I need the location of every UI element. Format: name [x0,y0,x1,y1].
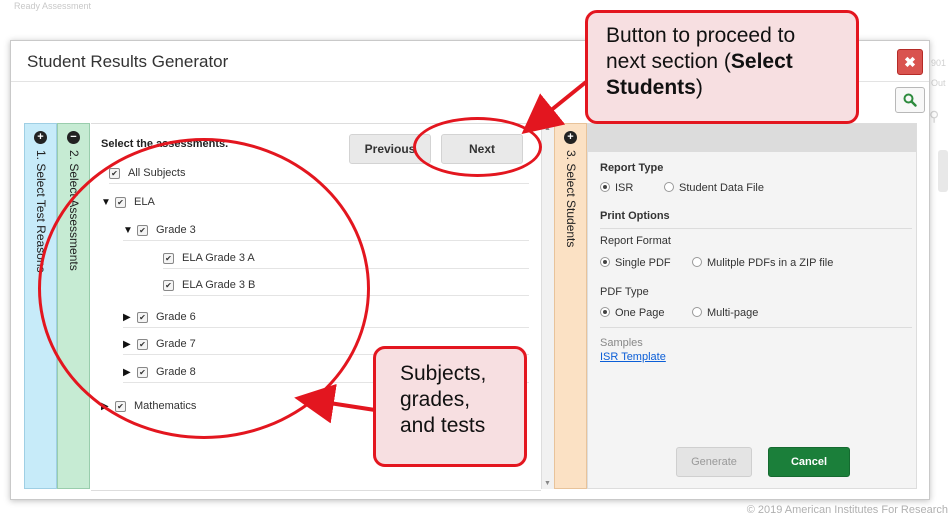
close-icon: ✖ [904,53,916,70]
radio-label: Mulitple PDFs in a ZIP file [707,257,834,269]
radio-selected-icon[interactable] [600,257,610,267]
radio-unselected-icon[interactable] [692,307,702,317]
pdf-type-one-page-radio[interactable]: One Page [600,307,665,319]
radio-selected-icon[interactable] [600,182,610,192]
report-format-zip-radio[interactable]: Mulitple PDFs in a ZIP file [692,257,833,269]
next-button-callout: Button to proceed to next section (Selec… [585,10,859,124]
background-logout-link[interactable]: Out [931,78,946,88]
callout-line: grades, [400,388,471,411]
generate-button[interactable]: Generate [676,447,752,477]
radio-label: Multi-page [707,307,759,319]
callout-bold-text: Select [730,50,793,73]
assessments-scrollbar[interactable]: ▲ ▼ [541,123,554,489]
callout-bold-text: Students [606,76,696,99]
print-options-label: Print Options [600,210,670,222]
report-format-single-pdf-radio[interactable]: Single PDF [600,257,671,269]
expand-icon: + [34,131,47,144]
search-button[interactable] [895,87,925,113]
pdf-type-multi-page-radio[interactable]: Multi-page [692,307,758,319]
cancel-button[interactable]: Cancel [768,447,850,477]
radio-label: Student Data File [679,182,764,194]
radio-label: Single PDF [615,257,671,269]
tab-select-students[interactable]: + 3. Select Students [554,123,587,489]
radio-selected-icon[interactable] [600,307,610,317]
report-type-label: Report Type [600,162,664,174]
report-type-isr-radio[interactable]: ISR [600,182,633,194]
scroll-up-icon[interactable]: ▲ [544,125,551,132]
next-button-highlight [413,117,542,177]
report-format-label: Report Format [600,235,671,247]
radio-unselected-icon[interactable] [692,257,702,267]
copyright-text: © 2019 American Institutes For Research [746,504,948,516]
tab-label: 3. Select Students [564,150,578,248]
callout-text: next section ( [606,50,731,73]
callout-line: and tests [400,414,486,437]
radio-label: One Page [615,307,665,319]
report-settings-panel: Report Type ISR Student Data File Print … [587,123,917,489]
samples-label: Samples [600,337,643,349]
report-type-student-data-file-radio[interactable]: Student Data File [664,182,764,194]
modal-title: Student Results Generator [27,52,229,71]
tree-highlight [38,138,370,439]
collapse-icon: − [67,131,80,144]
search-icon [903,93,917,107]
settings-header [588,124,916,152]
callout-line: Subjects, [400,362,487,385]
divider [600,228,912,229]
radio-unselected-icon[interactable] [664,182,674,192]
callout-line: Students) [606,75,842,101]
callout-text: ) [695,76,703,99]
pdf-type-label: PDF Type [600,286,649,298]
callout-line: next section (Select [606,49,842,75]
tree-callout: Subjects, grades, and tests [373,346,527,467]
background-search-icon: ⚲ [929,108,940,124]
radio-label: ISR [615,182,634,194]
expand-icon: + [564,131,577,144]
close-button[interactable]: ✖ [897,49,923,75]
isr-template-link[interactable]: ISR Template [600,351,666,363]
background-scrollbar[interactable] [938,150,948,192]
scroll-down-icon[interactable]: ▼ [544,480,551,487]
background-header-text: Ready Assessment [14,1,92,11]
background-number: 901 [931,58,947,68]
divider [600,327,912,328]
callout-line: Button to proceed to [606,24,796,47]
